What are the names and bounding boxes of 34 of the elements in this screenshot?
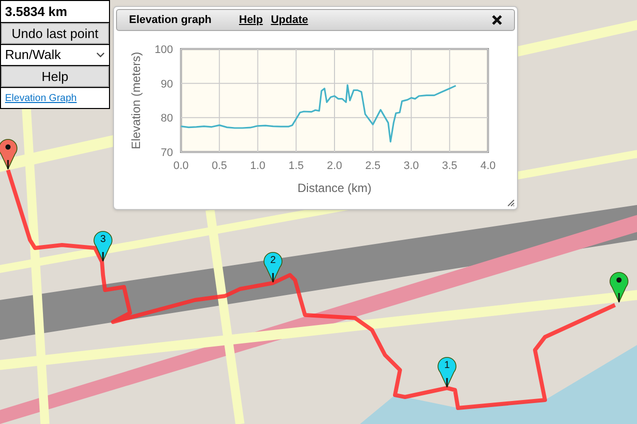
x-tick-label: 0.5 xyxy=(212,160,228,172)
y-axis-title: Elevation (meters) xyxy=(129,52,143,150)
x-axis-title: Distance (km) xyxy=(298,181,372,195)
undo-button[interactable]: Undo last point xyxy=(1,23,109,44)
window-link[interactable]: Update xyxy=(270,12,308,28)
marker-number: 3 xyxy=(100,234,106,245)
marker-number: 2 xyxy=(270,255,276,266)
y-tick-label: 90 xyxy=(160,78,173,90)
map-pin-icon[interactable]: 3 xyxy=(92,228,114,262)
resize-grip-icon[interactable] xyxy=(506,198,515,207)
y-tick-label: 70 xyxy=(160,147,173,159)
x-tick-label: 3.0 xyxy=(404,160,419,172)
window-title: Elevation graph xyxy=(129,12,211,28)
distance-readout: 3.5834 km xyxy=(1,1,109,22)
x-tick-label: 2.5 xyxy=(365,160,381,172)
x-tick-label: 3.5 xyxy=(442,160,458,172)
marker-number: 1 xyxy=(444,360,450,371)
y-tick-label: 80 xyxy=(160,112,173,125)
help-button[interactable]: Help xyxy=(1,66,109,87)
mode-select[interactable]: Run/Walk xyxy=(1,45,109,65)
x-tick-label: 1.5 xyxy=(288,160,304,172)
close-icon[interactable] xyxy=(492,15,502,25)
window-link[interactable]: Help xyxy=(239,12,263,28)
map-pin-icon[interactable] xyxy=(0,136,19,170)
x-tick-label: 4.0 xyxy=(480,160,496,172)
y-tick-label: 100 xyxy=(154,44,173,56)
chevron-icon xyxy=(96,52,105,58)
map-pin-icon[interactable] xyxy=(608,269,630,303)
mode-select-value: Run/Walk xyxy=(5,46,61,64)
x-tick-label: 0.0 xyxy=(173,160,189,172)
x-tick-label: 1.0 xyxy=(250,160,266,172)
x-tick-label: 2.0 xyxy=(326,160,342,172)
map-pin-icon[interactable]: 1 xyxy=(436,354,458,388)
map-pin-icon[interactable]: 2 xyxy=(262,249,284,283)
